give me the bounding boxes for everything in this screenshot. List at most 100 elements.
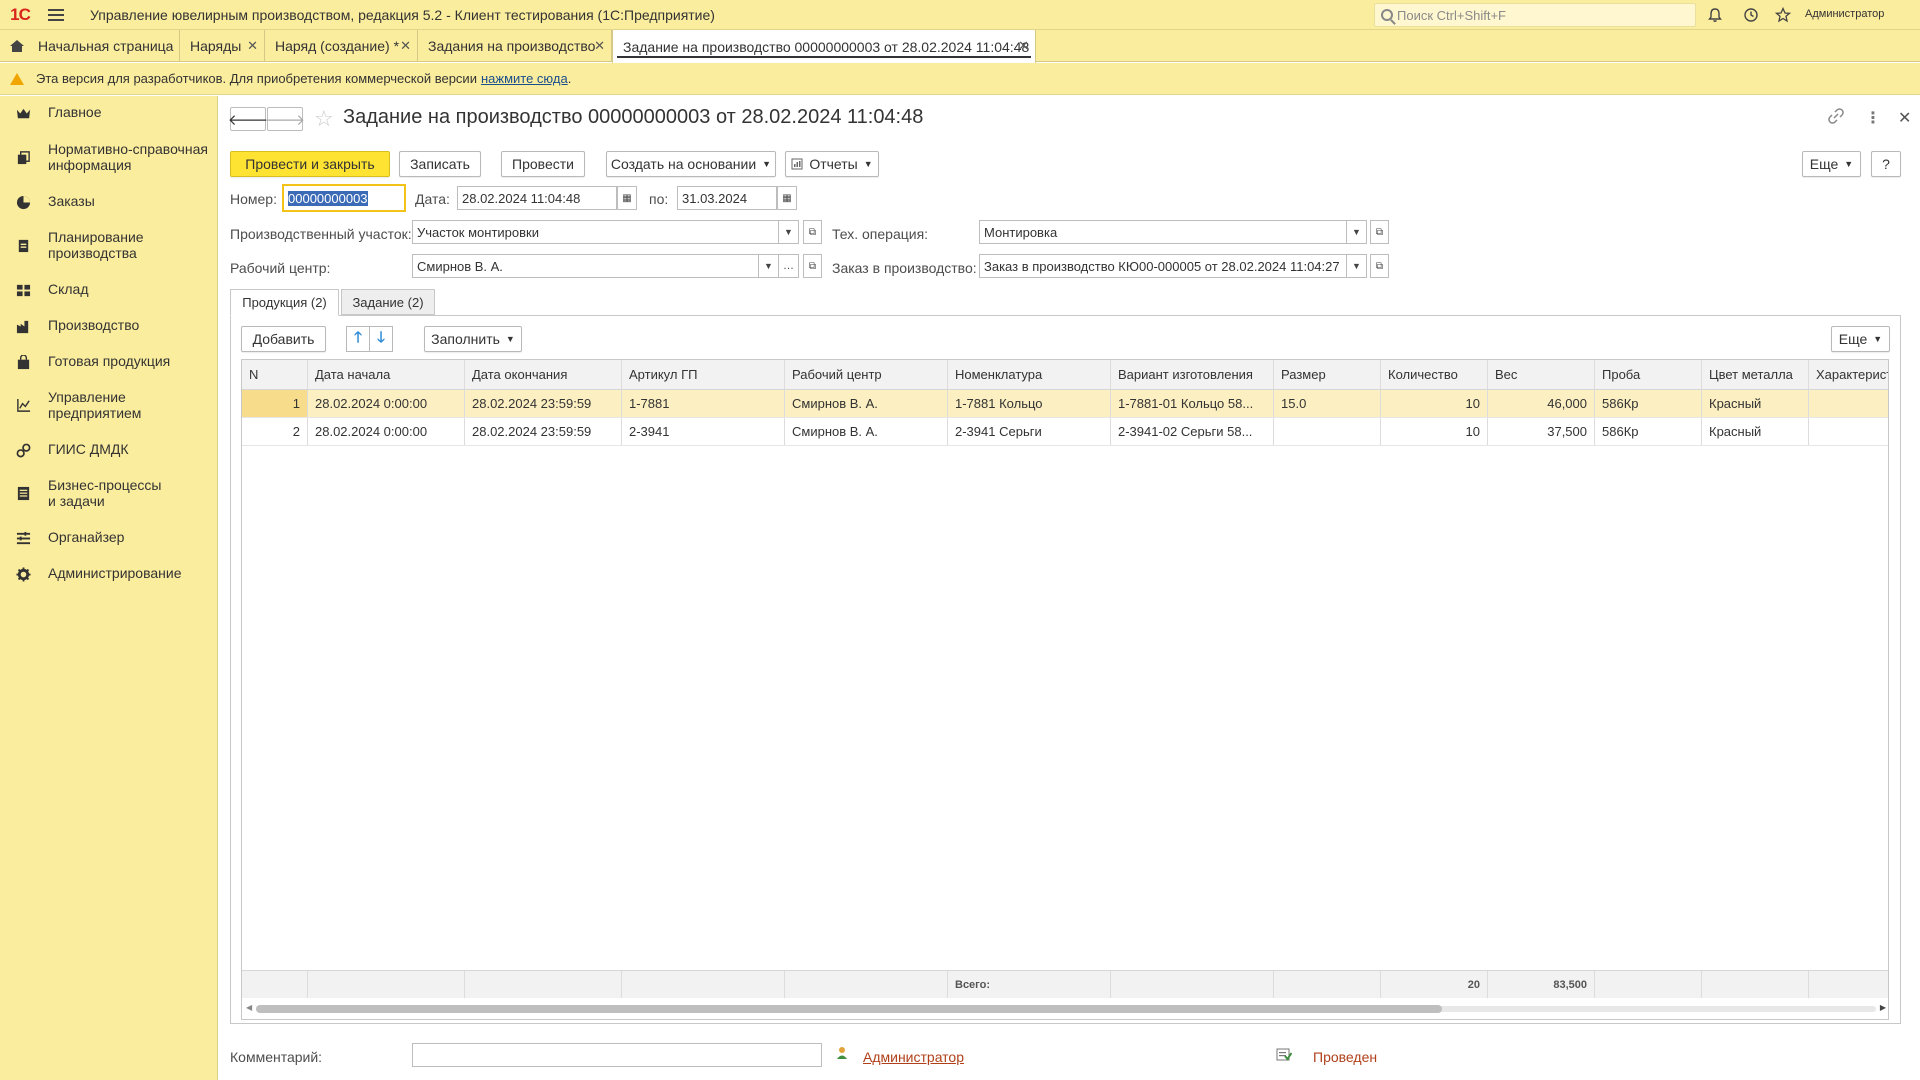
- chevron-down-icon[interactable]: ▼: [1347, 254, 1367, 278]
- scroll-thumb[interactable]: [256, 1005, 1442, 1013]
- sidebar-item-administration[interactable]: Администрирование: [0, 565, 218, 585]
- sidebar-item-label: Администрирование: [48, 565, 182, 581]
- chevron-down-icon[interactable]: ▼: [1347, 220, 1367, 244]
- column-header-metal-color[interactable]: Цвет металла: [1702, 360, 1809, 389]
- reports-button[interactable]: Отчеты ▼: [785, 151, 879, 177]
- table-more-button[interactable]: Еще ▼: [1831, 326, 1890, 352]
- tab-naryad-create[interactable]: Наряд (создание) * ✕: [265, 30, 418, 62]
- close-icon[interactable]: ✕: [1018, 38, 1029, 54]
- sidebar-item-main[interactable]: Главное: [0, 104, 218, 124]
- 1c-logo[interactable]: 1С: [0, 0, 40, 30]
- save-button[interactable]: Записать: [399, 151, 481, 177]
- table-row[interactable]: 1 28.02.2024 0:00:00 28.02.2024 23:59:59…: [242, 390, 1888, 418]
- horizontal-scrollbar[interactable]: ◀ ▶: [242, 1000, 1888, 1018]
- sidebar-item-warehouse[interactable]: Склад: [0, 281, 218, 301]
- current-user[interactable]: Администратор: [1805, 8, 1884, 20]
- history-icon[interactable]: [1740, 4, 1762, 26]
- sidebar-item-reference[interactable]: Нормативно-справочная информация: [0, 141, 218, 175]
- column-header-article[interactable]: Артикул ГП: [622, 360, 785, 389]
- create-based-on-button[interactable]: Создать на основании ▼: [606, 151, 776, 177]
- chevron-down-icon[interactable]: ▼: [759, 254, 779, 278]
- purchase-link[interactable]: нажмите сюда: [481, 71, 568, 86]
- sidebar-item-planning[interactable]: Планирование производства: [0, 229, 218, 263]
- more-actions-icon[interactable]: ⋮: [1865, 108, 1881, 128]
- footer-cell: [465, 971, 622, 998]
- tab-current-document[interactable]: Задание на производство 00000000003 от 2…: [612, 30, 1036, 63]
- column-header-start[interactable]: Дата начала: [308, 360, 465, 389]
- cell-characteristic: [1809, 418, 1888, 445]
- tab-products[interactable]: Продукция (2): [230, 289, 339, 316]
- close-icon[interactable]: ✕: [594, 38, 605, 54]
- section-field[interactable]: Участок монтировки: [412, 220, 779, 244]
- date-field[interactable]: 28.02.2024 11:04:48: [457, 186, 617, 210]
- warning-icon: [10, 72, 24, 85]
- open-icon[interactable]: ⧉: [1370, 254, 1389, 278]
- tab-tasks[interactable]: Задание (2): [341, 289, 435, 315]
- move-up-icon[interactable]: 🡑: [346, 326, 370, 352]
- column-header-variant[interactable]: Вариант изготовления: [1111, 360, 1274, 389]
- main-menu-icon[interactable]: [40, 0, 72, 30]
- column-header-end[interactable]: Дата окончания: [465, 360, 622, 389]
- sidebar-item-finished-goods[interactable]: Готовая продукция: [0, 353, 218, 373]
- tab-zadaniya[interactable]: Задания на производство ✕: [418, 30, 612, 62]
- search-input[interactable]: Поиск Ctrl+Shift+F: [1374, 3, 1696, 27]
- close-icon[interactable]: ✕: [400, 38, 411, 54]
- column-header-weight[interactable]: Вес: [1488, 360, 1595, 389]
- scroll-left-icon[interactable]: ◀: [246, 1003, 252, 1012]
- tab-naryady[interactable]: Наряды ✕: [180, 30, 265, 62]
- operation-value: Монтировка: [984, 224, 1058, 240]
- calendar-icon[interactable]: ▦: [777, 186, 797, 210]
- grid-icon: [16, 284, 31, 297]
- order-field[interactable]: Заказ в производство КЮ00-000005 от 28.0…: [979, 254, 1347, 278]
- calendar-icon[interactable]: ▦: [617, 186, 637, 210]
- column-header-probe[interactable]: Проба: [1595, 360, 1702, 389]
- column-header-characteristic[interactable]: Характеристика: [1809, 360, 1888, 389]
- close-icon[interactable]: ✕: [247, 38, 258, 54]
- sidebar-item-label: Управление предприятием: [48, 389, 142, 421]
- author-link[interactable]: Администратор: [863, 1049, 964, 1065]
- open-icon[interactable]: ⧉: [1370, 220, 1389, 244]
- sidebar-item-giis[interactable]: ГИИС ДМДК: [0, 441, 218, 461]
- number-field[interactable]: 00000000003: [282, 184, 406, 212]
- sidebar-item-business-processes[interactable]: Бизнес-процессы и задачи: [0, 477, 218, 511]
- workcenter-field[interactable]: Смирнов В. А.: [412, 254, 759, 278]
- cell-metal-color: Красный: [1702, 390, 1809, 417]
- column-header-n[interactable]: N: [242, 360, 308, 389]
- open-icon[interactable]: ⧉: [803, 220, 822, 244]
- open-icon[interactable]: ⧉: [803, 254, 822, 278]
- column-header-size[interactable]: Размер: [1274, 360, 1381, 389]
- to-date-field[interactable]: 31.03.2024: [677, 186, 777, 210]
- column-header-nomenclature[interactable]: Номенклатура: [948, 360, 1111, 389]
- sidebar-item-organizer[interactable]: Органайзер: [0, 529, 218, 549]
- add-row-button[interactable]: Добавить: [241, 326, 326, 352]
- footer-cell: [1809, 971, 1888, 998]
- cell-size: [1274, 418, 1381, 445]
- column-header-workcenter[interactable]: Рабочий центр: [785, 360, 948, 389]
- move-down-icon[interactable]: 🡓: [369, 326, 393, 352]
- post-button[interactable]: Провести: [501, 151, 585, 177]
- cell-start: 28.02.2024 0:00:00: [308, 390, 465, 417]
- sidebar-item-orders[interactable]: Заказы: [0, 193, 218, 213]
- bell-icon[interactable]: [1704, 4, 1726, 26]
- column-header-quantity[interactable]: Количество: [1381, 360, 1488, 389]
- products-table[interactable]: N Дата начала Дата окончания Артикул ГП …: [241, 359, 1889, 1020]
- favorites-icon[interactable]: [1772, 4, 1794, 26]
- chevron-down-icon[interactable]: ▼: [779, 220, 799, 244]
- sidebar-item-enterprise[interactable]: Управление предприятием: [0, 389, 218, 423]
- favorite-star-icon[interactable]: ☆: [314, 106, 334, 132]
- link-icon[interactable]: [1828, 108, 1844, 129]
- tab-home[interactable]: Начальная страница: [0, 30, 180, 62]
- forward-button[interactable]: 🡒: [265, 107, 305, 131]
- scroll-right-icon[interactable]: ▶: [1880, 1003, 1886, 1012]
- table-row[interactable]: 2 28.02.2024 0:00:00 28.02.2024 23:59:59…: [242, 418, 1888, 446]
- fill-button[interactable]: Заполнить ▼: [424, 326, 522, 352]
- help-button[interactable]: ?: [1871, 151, 1901, 177]
- sidebar-item-production[interactable]: Производство: [0, 317, 218, 337]
- close-form-icon[interactable]: ✕: [1898, 108, 1911, 128]
- operation-field[interactable]: Монтировка: [979, 220, 1347, 244]
- comment-input[interactable]: [412, 1043, 822, 1067]
- back-button[interactable]: 🡐: [228, 107, 268, 131]
- more-button[interactable]: Еще ▼: [1802, 151, 1861, 177]
- select-ellipsis-icon[interactable]: …: [779, 254, 799, 278]
- post-and-close-button[interactable]: Провести и закрыть: [230, 151, 390, 177]
